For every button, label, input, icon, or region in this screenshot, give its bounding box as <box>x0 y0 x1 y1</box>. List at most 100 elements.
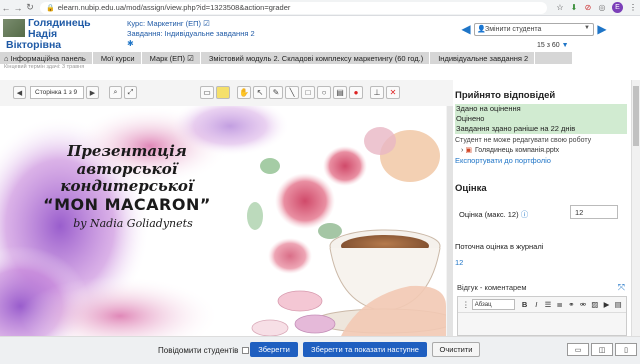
pdf-page[interactable]: Презентація авторської кондитерської “MO… <box>0 106 446 338</box>
slide-title-line: кондитерської <box>60 177 194 195</box>
pan-icon[interactable]: ✋ <box>237 86 251 99</box>
student-count-text: 15 з 60 <box>537 42 560 49</box>
user-icon: 👤 <box>477 25 486 33</box>
image-icon[interactable]: ▨ <box>589 300 601 309</box>
course-info: Курс: Маркетинг (ЕП) ☑ Завдання: Індивід… <box>127 19 255 49</box>
rectangle-icon[interactable]: □ <box>301 86 315 99</box>
status-line: Завдання здано раніше на 22 днів <box>456 124 576 133</box>
student-count: 15 з 60 ▼ <box>537 42 569 49</box>
pen-icon[interactable]: ✎ <box>269 86 283 99</box>
grade-label: Оцінка (макс. 12) ⓘ <box>459 209 528 220</box>
unlink-icon[interactable]: ⚮ <box>577 300 589 309</box>
browser-toolbar: ← → ↻ 🔒 elearn.nubip.edu.ua/mod/assign/v… <box>0 0 640 16</box>
grade-input[interactable]: 12 <box>570 205 618 219</box>
bullet-list-icon[interactable]: ☰ <box>542 300 554 309</box>
slide-author: by Nadia Goliadynets <box>73 217 193 230</box>
next-page-button[interactable]: ▶ <box>86 86 99 99</box>
slide-title-brand: “MON MACARON” <box>43 195 211 214</box>
breadcrumb-my-courses[interactable]: Мої курси <box>93 52 142 64</box>
expand-toolbar-icon[interactable]: ⋮ <box>460 300 472 309</box>
previous-student-icon[interactable]: ◀ <box>460 22 472 36</box>
file-icon[interactable]: ▤ <box>612 300 624 309</box>
current-grade-value[interactable]: 12 <box>455 258 463 267</box>
bold-icon[interactable]: B <box>519 300 531 309</box>
extension-icon[interactable]: ◎ <box>595 2 609 14</box>
menu-icon[interactable]: ⋮ <box>626 2 640 14</box>
media-icon[interactable]: ▶ <box>601 300 613 309</box>
student-select-value: Змінити студента <box>485 25 542 33</box>
next-student-icon[interactable]: ▶ <box>596 22 608 36</box>
breadcrumb-module[interactable]: Змістовий модуль 2. Складові комплексу м… <box>201 52 431 64</box>
collapse-grade-icon[interactable]: ▯ <box>615 343 637 356</box>
export-portfolio-link[interactable]: Експортувати до портфоліо <box>455 156 551 165</box>
select-icon[interactable]: ↖ <box>253 86 267 99</box>
student-navigation: ◀ 👤 Змінити студента ▼ ▶ <box>460 22 608 36</box>
grade-title: Оцінка <box>455 183 487 194</box>
slide-title-line: Презентація авторської <box>67 142 187 178</box>
back-icon[interactable]: ← <box>0 3 12 13</box>
previous-page-button[interactable]: ◀ <box>13 86 26 99</box>
link-icon[interactable]: ⚭ <box>566 300 578 309</box>
collapse-review-icon[interactable]: ▭ <box>567 343 589 356</box>
paragraph-style-select[interactable]: Абзац <box>471 299 515 310</box>
feedback-editor[interactable]: ⋮ Абзац B I ☰ ≣ ⚭ ⚮ ▨ ▶ ▤ <box>457 296 627 336</box>
extension-icon[interactable]: ⬇ <box>567 2 581 14</box>
status-line: Здано на оцінення <box>456 104 521 113</box>
profile-avatar[interactable]: E <box>612 2 623 13</box>
breadcrumb-dashboard[interactable]: ⌂ Інформаційна панель <box>0 52 93 64</box>
stamp-icon[interactable]: ⊥ <box>370 86 384 99</box>
oval-icon[interactable]: ○ <box>317 86 331 99</box>
feedback-label: Відгук - коментарем <box>457 282 527 292</box>
breadcrumb: ⌂ Інформаційна панель Мої курси Марк (ЕП… <box>0 52 572 64</box>
panel-scrollbar[interactable] <box>631 80 640 336</box>
grading-panel: Прийнято відповідей Здано на оцінення Оц… <box>453 80 631 336</box>
save-and-next-button[interactable]: Зберегти та показати наступне <box>303 342 427 357</box>
scrollbar-thumb[interactable] <box>633 86 639 146</box>
annotation-tools: ▭ ✋ ↖ ✎ ╲ □ ○ ▤ ● ⊥ ✕ <box>200 86 402 99</box>
notify-students[interactable]: Повідомити студентів <box>158 346 250 355</box>
grader-footer: Повідомити студентів Зберегти Зберегти т… <box>0 336 640 364</box>
highlight-icon[interactable]: ▤ <box>333 86 347 99</box>
delete-icon[interactable]: ✕ <box>386 86 400 99</box>
search-comments-icon[interactable]: ⌕ <box>109 86 122 99</box>
italic-icon[interactable]: I <box>530 300 542 309</box>
line-icon[interactable]: ╲ <box>285 86 299 99</box>
breadcrumb-assignment[interactable]: Індивідуальне завдання 2 <box>430 52 536 64</box>
save-button[interactable]: Зберегти <box>250 342 298 357</box>
reload-icon[interactable]: ↻ <box>24 2 36 13</box>
reset-button[interactable]: Очистити <box>432 342 480 357</box>
student-name[interactable]: Голядинець Надія Вікторівна <box>6 18 121 51</box>
fullscreen-icon[interactable]: ⤧ <box>618 282 625 293</box>
current-grade-label: Поточна оцінка в журналі <box>455 242 544 251</box>
numbered-list-icon[interactable]: ≣ <box>554 300 566 309</box>
assignment-link[interactable]: Завдання: Індивідуальне завдання 2 <box>127 29 255 39</box>
comment-icon[interactable]: ▭ <box>200 86 214 99</box>
status-line: Оцінено <box>456 114 485 123</box>
grader-main: ◀ Сторінка 1 з 9 ▶ ⌕ ⤢ ▭ ✋ ↖ ✎ ╲ □ ○ ▤ ●… <box>0 80 640 338</box>
powerpoint-file-icon: ▣ <box>465 147 472 154</box>
expand-icon[interactable]: ⤢ <box>124 86 137 99</box>
color-drop-icon[interactable]: ● <box>349 86 363 99</box>
student-select[interactable]: 👤 Змінити студента ▼ <box>474 22 594 36</box>
submitted-file[interactable]: › ▣ Голядинець компанія.pptx <box>461 146 559 155</box>
lock-icon: 🔒 <box>46 4 55 12</box>
default-layout-icon[interactable]: ◫ <box>591 343 613 356</box>
gear-icon[interactable]: ✱ <box>127 39 255 49</box>
color-swatch-icon[interactable] <box>216 86 230 99</box>
page-select[interactable]: Сторінка 1 з 9 <box>30 86 84 99</box>
chevron-down-icon: ▼ <box>584 24 590 31</box>
forward-icon[interactable]: → <box>12 3 24 13</box>
grade-label-text: Оцінка (макс. 12) <box>459 210 519 219</box>
breadcrumb-course[interactable]: Марк (ЕП) ☑ <box>142 52 201 64</box>
star-icon[interactable]: ☆ <box>553 2 567 14</box>
notify-students-checkbox[interactable] <box>242 347 250 354</box>
extension-icon[interactable]: ⊘ <box>581 2 595 14</box>
student-name-line: Вікторівна <box>6 39 62 51</box>
url-text: elearn.nubip.edu.ua/mod/assign/view.php?… <box>57 3 291 12</box>
filter-icon[interactable]: ▼ <box>562 42 569 49</box>
editor-toolbar: ⋮ Абзац B I ☰ ≣ ⚭ ⚮ ▨ ▶ ▤ <box>458 297 626 313</box>
chevron-right-icon: › <box>461 146 464 154</box>
address-bar[interactable]: 🔒 elearn.nubip.edu.ua/mod/assign/view.ph… <box>40 1 547 14</box>
help-icon[interactable]: ⓘ <box>521 210 529 219</box>
course-link[interactable]: Курс: Маркетинг (ЕП) ☑ <box>127 19 255 29</box>
